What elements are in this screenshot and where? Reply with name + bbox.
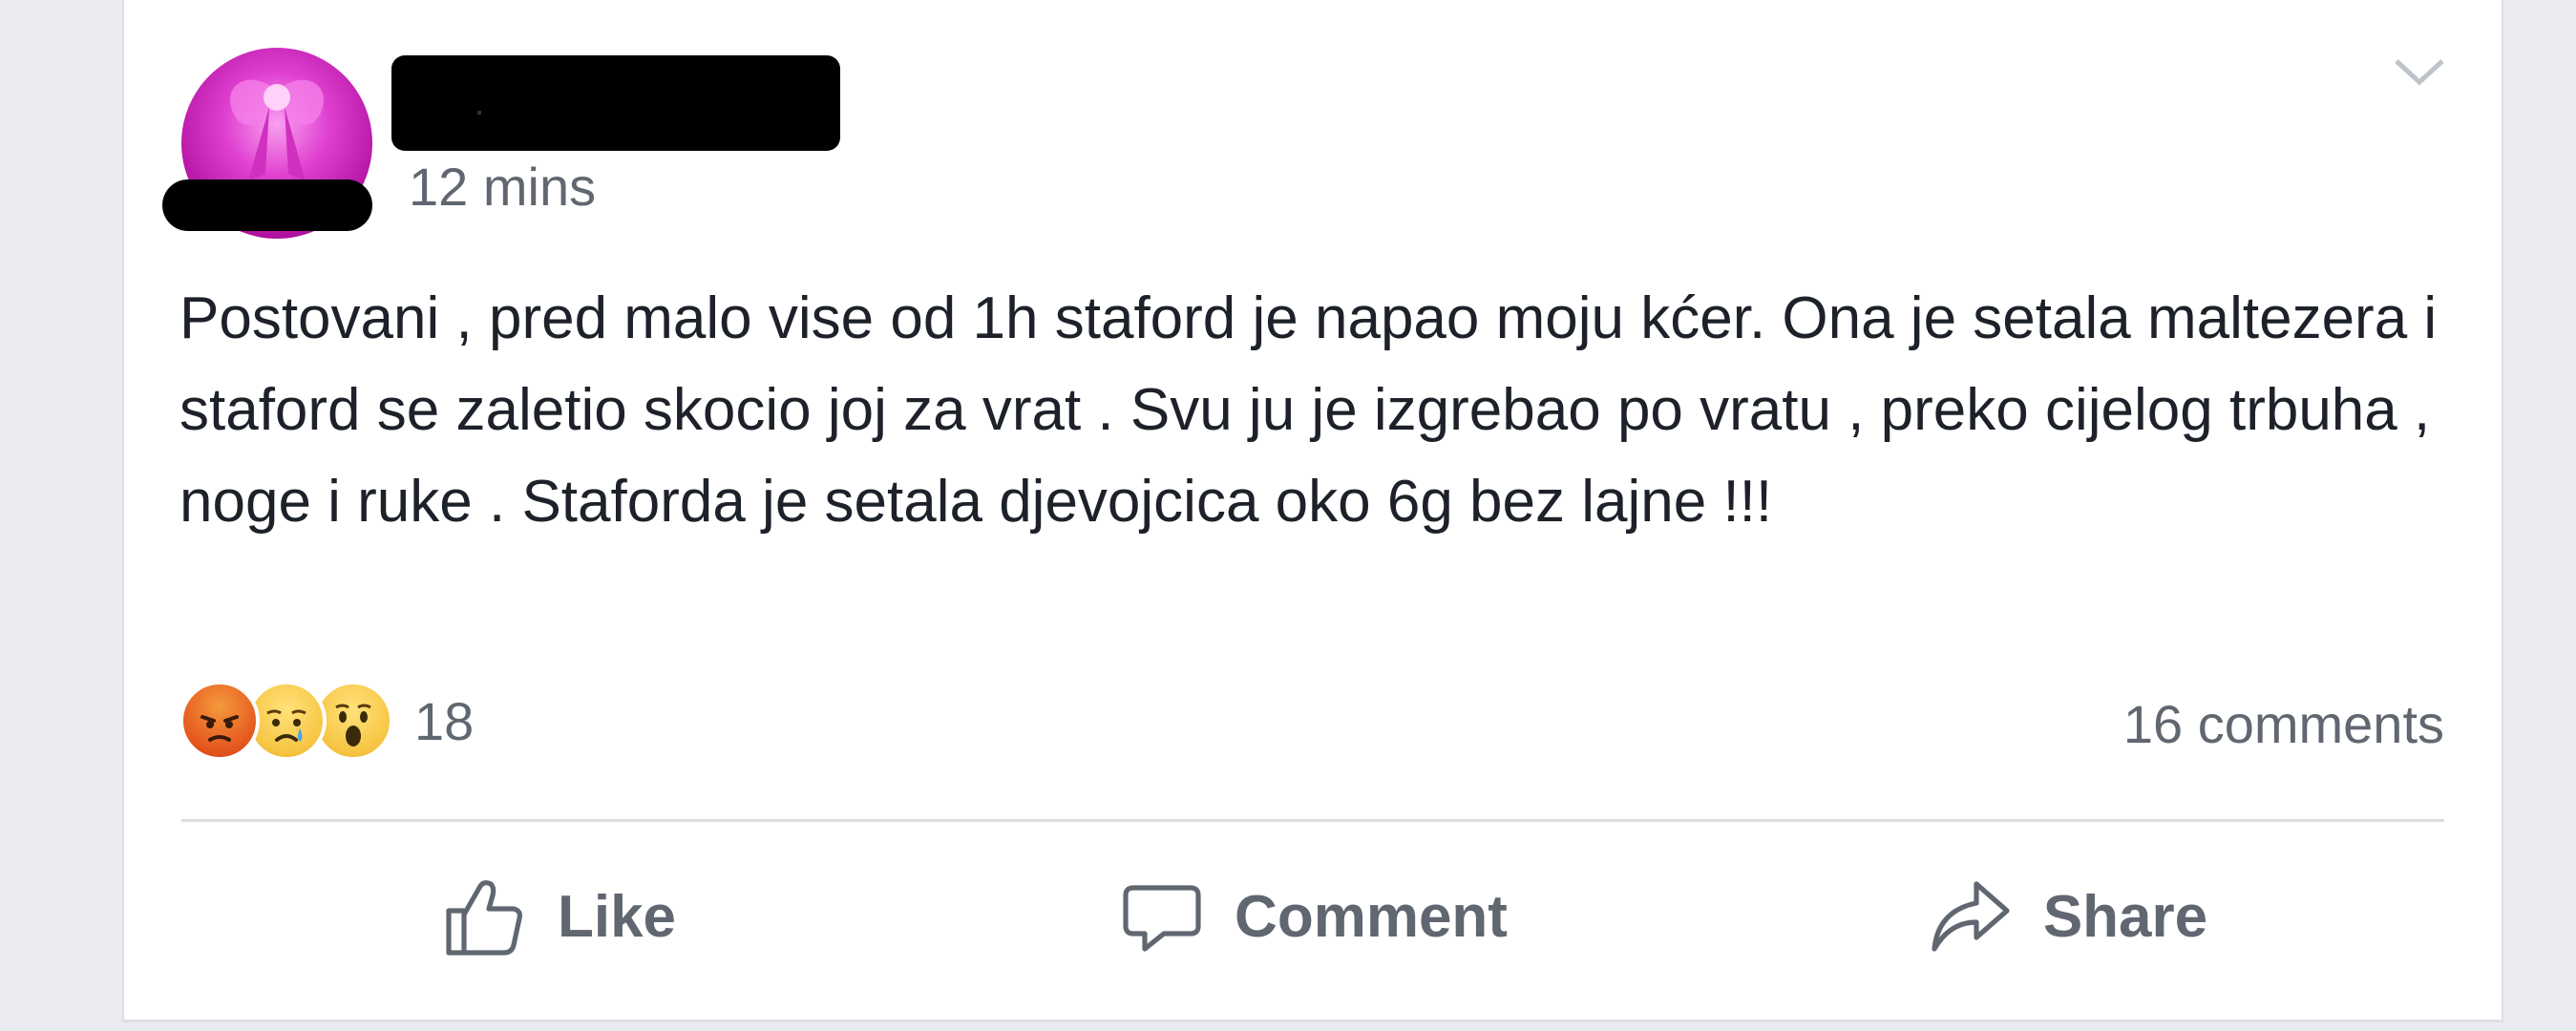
redaction-mark: [162, 179, 372, 231]
chevron-down-icon[interactable]: [2391, 53, 2448, 92]
author-name-redacted: [391, 55, 840, 151]
comment-button[interactable]: Comment: [936, 831, 1690, 1002]
post-actions-bar: Like Comment Share: [181, 831, 2444, 1002]
thumbs-up-icon: [446, 880, 522, 956]
comments-count-link[interactable]: 16 comments: [2123, 693, 2444, 755]
post-timestamp[interactable]: 12 mins: [409, 160, 596, 214]
share-button[interactable]: Share: [1690, 831, 2444, 1002]
reaction-count: 18: [414, 690, 475, 751]
post-body-text: Postovani , pred malo vise od 1h staford…: [179, 285, 2454, 535]
share-arrow-icon: [1932, 881, 2010, 952]
post-card: 12 mins Postovani , pred malo vise od 1h…: [122, 0, 2503, 1022]
like-button[interactable]: Like: [181, 831, 936, 1002]
like-label: Like: [557, 883, 677, 950]
angry-emoji: [179, 681, 260, 761]
comment-bubble-icon: [1123, 885, 1201, 952]
divider: [181, 819, 2444, 822]
reactions-summary[interactable]: 18: [179, 678, 474, 764]
comment-label: Comment: [1235, 883, 1508, 950]
share-label: Share: [2042, 883, 2208, 950]
